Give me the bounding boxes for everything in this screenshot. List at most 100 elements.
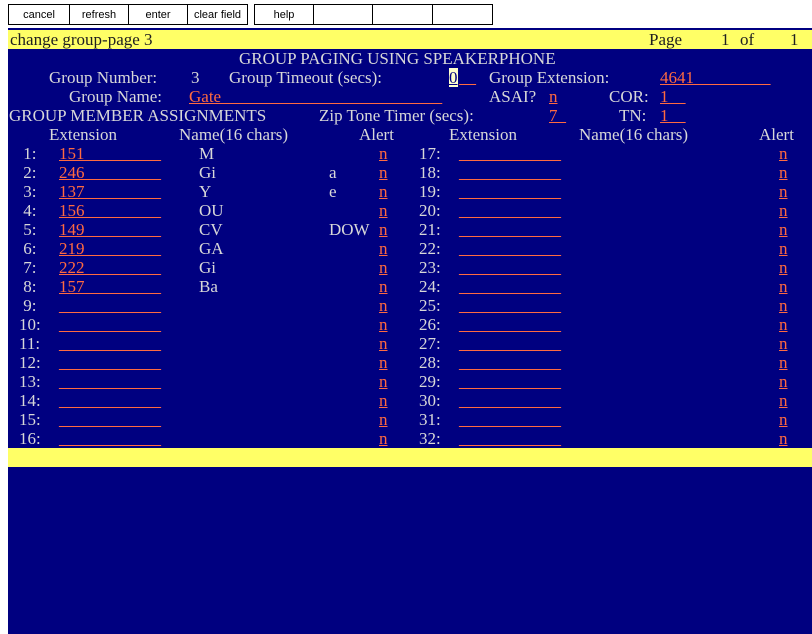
- member-alert-field[interactable]: n: [779, 410, 788, 429]
- page-label: Page: [649, 30, 683, 49]
- member-alert-field[interactable]: n: [779, 296, 788, 315]
- zip-tone-field[interactable]: 7_: [549, 106, 566, 125]
- member-name-field[interactable]: GA: [199, 239, 224, 258]
- cancel-button[interactable]: cancel: [8, 4, 70, 25]
- member-extension-field[interactable]: ____________: [459, 239, 561, 258]
- member-name-field[interactable]: Gi: [199, 258, 216, 277]
- toolbar-empty-button[interactable]: [372, 4, 433, 25]
- member-number: 28:: [419, 353, 441, 372]
- member-alert-field[interactable]: n: [379, 315, 388, 334]
- member-extension-field[interactable]: ____________: [459, 353, 561, 372]
- member-extension-field[interactable]: ____________: [459, 334, 561, 353]
- member-alert-field[interactable]: n: [779, 315, 788, 334]
- toolbar-empty-button[interactable]: [432, 4, 493, 25]
- member-extension-field[interactable]: ____________: [459, 277, 561, 296]
- member-number: 19:: [419, 182, 441, 201]
- member-name-field[interactable]: OU: [199, 201, 224, 220]
- member-extension-field[interactable]: ____________: [59, 334, 161, 353]
- member-extension-field[interactable]: ____________: [459, 391, 561, 410]
- member-extension-field[interactable]: ____________: [59, 315, 161, 334]
- member-extension-field[interactable]: 219_________: [59, 239, 161, 258]
- refresh-button[interactable]: refresh: [69, 4, 129, 25]
- member-extension-field[interactable]: 246_________: [59, 163, 161, 182]
- member-alert-field[interactable]: n: [379, 182, 388, 201]
- member-alert-field[interactable]: n: [779, 201, 788, 220]
- member-alert-field[interactable]: n: [779, 258, 788, 277]
- tn-field[interactable]: 1__: [660, 106, 686, 125]
- member-extension-field[interactable]: ____________: [459, 258, 561, 277]
- member-alert-field[interactable]: n: [379, 201, 388, 220]
- member-extension-field[interactable]: ____________: [459, 220, 561, 239]
- member-alert-field[interactable]: n: [779, 391, 788, 410]
- member-extension-field[interactable]: 157_________: [59, 277, 161, 296]
- member-extension-field[interactable]: ____________: [459, 201, 561, 220]
- clear-field-button[interactable]: clear field: [187, 4, 248, 25]
- member-extension-field[interactable]: ____________: [59, 372, 161, 391]
- member-extension-field[interactable]: ____________: [459, 429, 561, 448]
- member-extension-field[interactable]: 222_________: [59, 258, 161, 277]
- member-name-field[interactable]: Ba: [199, 277, 218, 296]
- group-extension-field[interactable]: 4641_________: [660, 68, 771, 87]
- tn-label: TN:: [619, 106, 647, 125]
- member-extension-field[interactable]: ____________: [459, 182, 561, 201]
- member-extension-field[interactable]: 151_________: [59, 144, 161, 163]
- group-timeout-field[interactable]: 0: [449, 68, 458, 87]
- member-extension-field[interactable]: ____________: [459, 144, 561, 163]
- enter-button[interactable]: enter: [128, 4, 188, 25]
- member-alert-field[interactable]: n: [379, 410, 388, 429]
- member-number: 15:: [19, 410, 41, 429]
- member-alert-field[interactable]: n: [779, 334, 788, 353]
- member-name-field[interactable]: M: [199, 144, 214, 163]
- member-alert-field[interactable]: n: [779, 182, 788, 201]
- member-extension-field[interactable]: 137_________: [59, 182, 161, 201]
- member-alert-field[interactable]: n: [779, 239, 788, 258]
- member-alert-field[interactable]: n: [379, 163, 388, 182]
- member-extension-field[interactable]: ____________: [59, 391, 161, 410]
- member-extension-field[interactable]: ____________: [59, 429, 161, 448]
- help-button[interactable]: help: [254, 4, 314, 25]
- member-extension-field[interactable]: ____________: [459, 410, 561, 429]
- member-alert-field[interactable]: n: [779, 163, 788, 182]
- member-extension-field[interactable]: ____________: [59, 353, 161, 372]
- member-extension-field[interactable]: ____________: [459, 372, 561, 391]
- member-alert-field[interactable]: n: [379, 372, 388, 391]
- member-alert-field[interactable]: n: [379, 391, 388, 410]
- member-extension-field[interactable]: 156_________: [59, 201, 161, 220]
- member-alert-field[interactable]: n: [379, 296, 388, 315]
- member-extension-field[interactable]: ____________: [59, 296, 161, 315]
- member-alert-field[interactable]: n: [379, 429, 388, 448]
- member-alert-field[interactable]: n: [779, 220, 788, 239]
- cor-label: COR:: [609, 87, 649, 106]
- member-name-field[interactable]: Gi: [199, 163, 216, 182]
- member-number: 23:: [419, 258, 441, 277]
- member-number: 11:: [19, 334, 41, 353]
- member-name-field[interactable]: Y: [199, 182, 211, 201]
- group-extension-label: Group Extension:: [489, 68, 610, 87]
- member-name-field[interactable]: CV: [199, 220, 223, 239]
- member-alert-field[interactable]: n: [379, 258, 388, 277]
- member-alert-field[interactable]: n: [779, 372, 788, 391]
- group-timeout-pad[interactable]: __: [459, 68, 476, 87]
- member-alert-field[interactable]: n: [379, 239, 388, 258]
- member-number: 30:: [419, 391, 441, 410]
- member-extension-field[interactable]: ____________: [459, 163, 561, 182]
- member-alert-field[interactable]: n: [379, 144, 388, 163]
- member-number: 27:: [419, 334, 441, 353]
- cor-field[interactable]: 1__: [660, 87, 686, 106]
- member-alert-field[interactable]: n: [379, 334, 388, 353]
- group-name-field[interactable]: Gate__________________________: [189, 87, 442, 106]
- toolbar-empty-button[interactable]: [313, 4, 373, 25]
- member-alert-field[interactable]: n: [779, 353, 788, 372]
- asai-label: ASAI?: [489, 87, 537, 106]
- member-alert-field[interactable]: n: [379, 220, 388, 239]
- asai-field[interactable]: n: [549, 87, 558, 106]
- member-alert-field[interactable]: n: [779, 144, 788, 163]
- member-alert-field[interactable]: n: [379, 353, 388, 372]
- member-alert-field[interactable]: n: [779, 429, 788, 448]
- member-extension-field[interactable]: ____________: [59, 410, 161, 429]
- member-extension-field[interactable]: ____________: [459, 315, 561, 334]
- member-extension-field[interactable]: ____________: [459, 296, 561, 315]
- member-alert-field[interactable]: n: [779, 277, 788, 296]
- member-extension-field[interactable]: 149_________: [59, 220, 161, 239]
- member-alert-field[interactable]: n: [379, 277, 388, 296]
